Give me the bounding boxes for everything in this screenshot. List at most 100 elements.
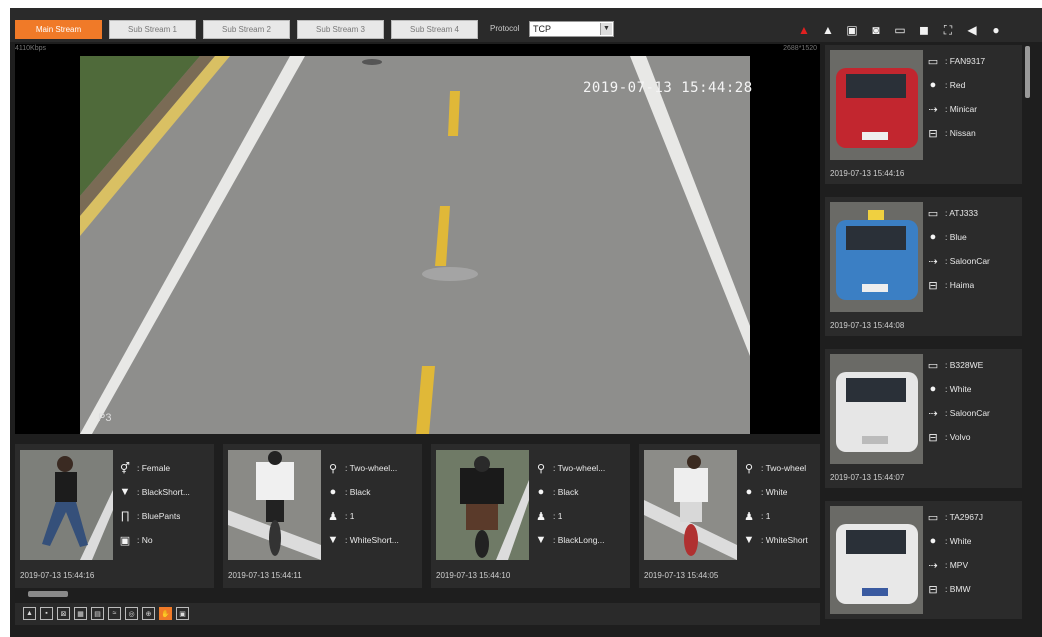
top-icon: ▼ [327, 534, 339, 546]
attr-row: ▼: WhiteShort... [325, 528, 420, 552]
rule-icon[interactable]: ▤ [91, 607, 104, 620]
person-card[interactable]: ⚥: Female ▼: BlackShort... ∏: BluePants … [15, 444, 214, 588]
attr-color: : White [761, 487, 788, 497]
live-view-app: Main Stream Sub Stream 1 Sub Stream 2 Su… [10, 8, 1042, 637]
attr-row: ▭ : B328WE [925, 353, 1020, 377]
nonmotor-card[interactable]: ⚲: Two-wheel... ●: Black ♟: 1 ▼: BlackLo… [431, 444, 630, 588]
vehicle-snapshot [830, 202, 923, 312]
attr-row: ●: Black [533, 480, 628, 504]
vehicle-list-scrollbar[interactable] [1025, 46, 1030, 98]
vehicle-card[interactable]: ▭: TA2967J ●: White ⇢: MPV ⊟: BMW [825, 501, 1022, 619]
attr-top: : BlackLong... [553, 535, 605, 545]
attr-row: ⚲: Two-wheel [741, 456, 819, 480]
vehicle-card[interactable]: ▭: B328WE ●: White ⇢: SaloonCar ⊟: Volvo… [825, 349, 1022, 488]
hand-icon[interactable]: ✋ [159, 607, 172, 620]
attr-row: ♟ : 1 [533, 504, 628, 528]
attr-type: : Two-wheel... [345, 463, 398, 473]
color-icon: ● [929, 79, 937, 91]
attr-row: ⇢: Minicar [925, 97, 1020, 121]
chevron-down-icon: ▼ [600, 23, 612, 35]
target-icon[interactable]: ⊕ [142, 607, 155, 620]
attr-type: : Two-wheel [761, 463, 807, 473]
brand-icon: ⊟ [928, 279, 938, 292]
sub-stream-2-button[interactable]: Sub Stream 2 [203, 20, 290, 39]
attr-row: ●: Black [325, 480, 420, 504]
alarm-icon[interactable]: ▲ [795, 22, 813, 38]
snapshot-icon[interactable]: ▣ [843, 22, 861, 38]
vehicle-icon[interactable]: ▣ [176, 607, 189, 620]
attr-gender: : Female [137, 463, 171, 473]
attr-type: : Two-wheel... [553, 463, 606, 473]
attr-row: ∏: BluePants [117, 504, 212, 528]
color-icon: ● [745, 486, 753, 498]
microphone-icon[interactable]: ● [987, 22, 1005, 38]
plate-icon: ▭ [927, 359, 939, 372]
attr-top: : WhiteShort [761, 535, 808, 545]
original-size-icon[interactable]: ▪ [40, 607, 53, 620]
nonmotor-snapshot [228, 450, 321, 560]
camera-icon[interactable]: ◙ [867, 22, 885, 38]
attr-plate: : B328WE [945, 360, 984, 370]
color-icon: ● [929, 231, 937, 243]
channel-label: P3 [98, 412, 112, 424]
attr-brand: : Nissan [945, 128, 976, 138]
vehicle-snapshot [830, 50, 923, 160]
nonmotor-snapshot [644, 450, 737, 560]
attr-row: ● : White [741, 480, 819, 504]
focus-icon[interactable]: ◎ [125, 607, 138, 620]
sub-stream-1-button[interactable]: Sub Stream 1 [109, 20, 196, 39]
fit-window-icon[interactable]: ▲ [23, 607, 36, 620]
plate-icon: ▭ [927, 207, 939, 220]
attr-bag: : No [137, 535, 153, 545]
plate-icon: ▭ [927, 511, 939, 524]
attr-color: : White [945, 384, 972, 394]
screen-icon[interactable]: ▭ [891, 22, 909, 38]
capture-time: 2019-07-13 15:44:10 [436, 571, 511, 580]
attr-riders: : 1 [553, 511, 563, 521]
zoom-icon[interactable]: ⊠ [57, 607, 70, 620]
attr-row: ▭: ATJ333 [925, 201, 1020, 225]
vehicle-card[interactable]: ▭: ATJ333 ●: Blue ⇢: SaloonCar ⊟: Haima … [825, 197, 1022, 336]
sub-stream-4-button[interactable]: Sub Stream 4 [391, 20, 478, 39]
person-list-scrollbar[interactable] [28, 591, 68, 597]
attr-row: ⊟ : Nissan [925, 121, 1020, 145]
bike-icon: ⚲ [328, 462, 338, 475]
bike-icon: ⚲ [536, 462, 546, 475]
protocol-label: Protocol [490, 24, 520, 33]
rider-icon: ♟ [536, 510, 546, 523]
protocol-select[interactable]: TCP ▼ [529, 21, 614, 37]
smart-icon[interactable]: ▦ [74, 607, 87, 620]
nonmotor-card[interactable]: ⚲: Two-wheel... ●: Black ♟: 1 ▼: WhiteSh… [223, 444, 422, 588]
vehicle-card[interactable]: ▭: FAN9317 ●: Red ⇢: Minicar ⊟: Nissan 2… [825, 45, 1022, 184]
fullscreen-icon[interactable]: ⛶ [939, 22, 957, 38]
attr-color: : Blue [945, 232, 967, 242]
attr-brand: : Volvo [945, 432, 971, 442]
attr-color: : Black [553, 487, 579, 497]
attr-brand: : Haima [945, 280, 975, 290]
color-icon: ● [929, 383, 937, 395]
video-viewport[interactable]: 4110Kbps 2688*1520 2019-07-13 15:44:28 P… [15, 44, 820, 434]
attr-row: ▼ : WhiteShort [741, 528, 819, 552]
road-scene-image [80, 56, 750, 434]
sub-stream-3-button[interactable]: Sub Stream 3 [297, 20, 384, 39]
flow-icon[interactable]: ≈ [108, 607, 121, 620]
person-icon[interactable]: ▲ [819, 22, 837, 38]
main-stream-button[interactable]: Main Stream [15, 20, 102, 39]
bottom-toolbar: ▲ ▪ ⊠ ▦ ▤ ≈ ◎ ⊕ ✋ ▣ [15, 603, 820, 625]
attr-row: ⇢: SaloonCar [925, 249, 1020, 273]
protocol-value: TCP [533, 24, 551, 34]
brand-icon: ⊟ [928, 127, 938, 140]
record-icon[interactable]: ◼ [915, 22, 933, 38]
rider-icon: ♟ [744, 510, 754, 523]
speaker-icon[interactable]: ◀ [963, 22, 981, 38]
attr-row: ♟: 1 [741, 504, 819, 528]
top-icon-group: ▲ ▲ ▣ ◙ ▭ ◼ ⛶ ◀ ● [795, 22, 1005, 38]
rider-icon: ♟ [328, 510, 338, 523]
capture-time: 2019-07-13 15:44:08 [830, 321, 905, 330]
top-icon: ▼ [119, 486, 131, 498]
gender-icon: ⚥ [120, 462, 130, 475]
attr-pants: : BluePants [137, 511, 181, 521]
nonmotor-card[interactable]: ⚲: Two-wheel ● : White ♟: 1 ▼ : WhiteShort… [639, 444, 820, 588]
top-icon: ▼ [743, 534, 755, 546]
car-type-icon: ⇢ [928, 559, 938, 572]
